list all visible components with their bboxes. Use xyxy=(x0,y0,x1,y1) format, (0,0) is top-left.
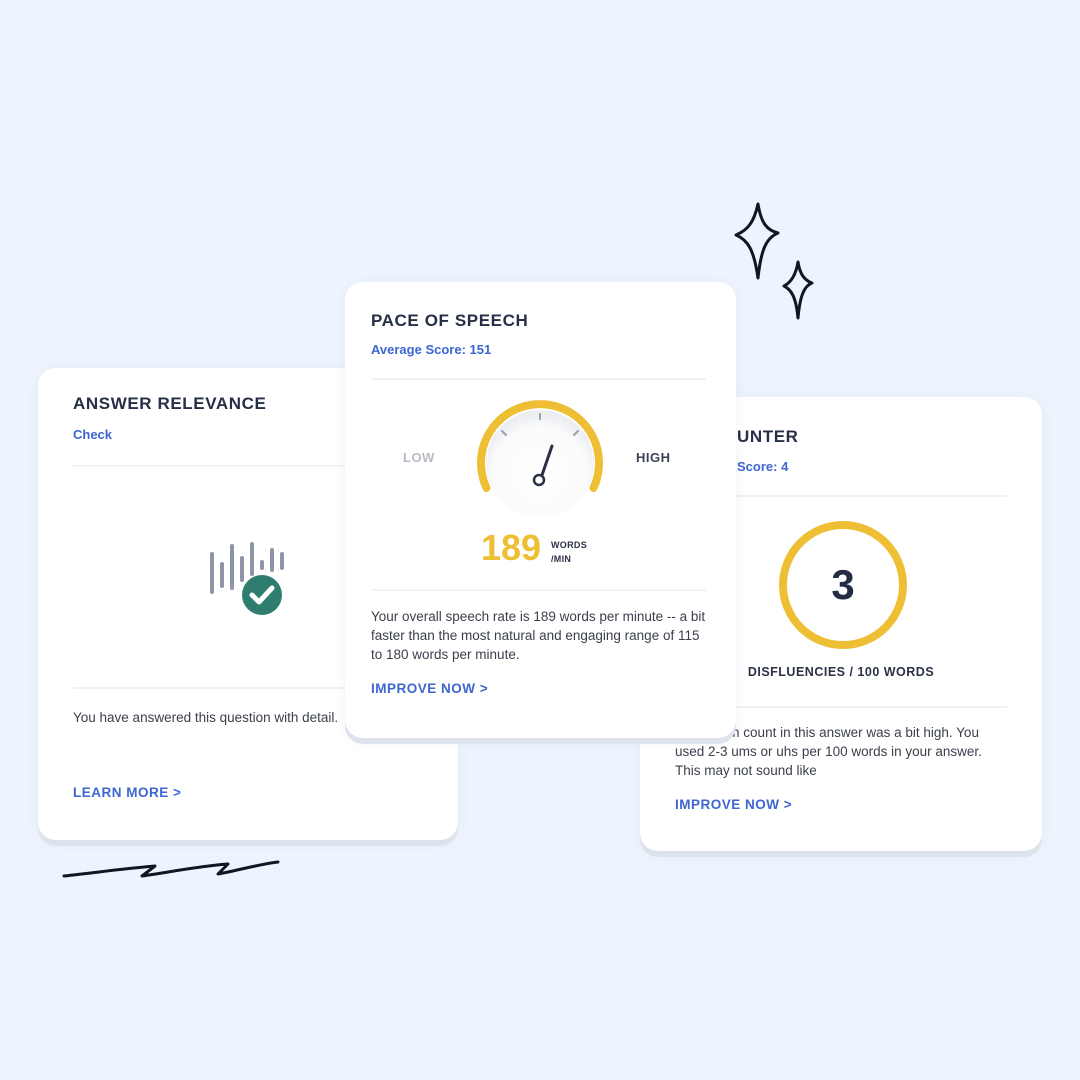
pace-unit-min: /MIN xyxy=(551,554,572,564)
pace-description: Your overall speech rate is 189 words pe… xyxy=(371,609,706,662)
squiggle-decoration xyxy=(62,860,280,878)
improve-now-link[interactable]: IMPROVE NOW > xyxy=(675,797,792,812)
pace-unit: WORDS /MIN xyxy=(551,538,587,566)
pace-of-speech-card: PACE OF SPEECH Average Score: 151 LOW HI… xyxy=(345,282,736,738)
divider xyxy=(371,589,706,591)
sparkle-icon xyxy=(734,202,814,320)
card-subtitle: Score: 4 xyxy=(737,459,789,474)
speedometer-gauge-icon xyxy=(477,400,603,518)
learn-more-link[interactable]: LEARN MORE > xyxy=(73,785,181,800)
card-subtitle: Check xyxy=(73,427,113,442)
gauge-high-label: HIGH xyxy=(636,450,671,465)
relevance-description: You have answered this question with det… xyxy=(73,710,339,725)
card-title: PACE OF SPEECH xyxy=(371,311,529,330)
pace-unit-words: WORDS xyxy=(551,540,587,550)
improve-now-link[interactable]: IMPROVE NOW > xyxy=(371,681,488,696)
card-subtitle: Average Score: 151 xyxy=(371,342,492,357)
pace-value: 189 xyxy=(481,527,542,568)
soundwave-check-icon xyxy=(210,542,284,615)
divider xyxy=(371,378,706,380)
disfluency-score-ring: 3 xyxy=(779,521,907,649)
card-title: UNTER xyxy=(737,427,799,446)
gauge-low-label: LOW xyxy=(403,450,435,465)
disfluency-value: 3 xyxy=(831,561,855,608)
card-title: ANSWER RELEVANCE xyxy=(73,394,267,413)
